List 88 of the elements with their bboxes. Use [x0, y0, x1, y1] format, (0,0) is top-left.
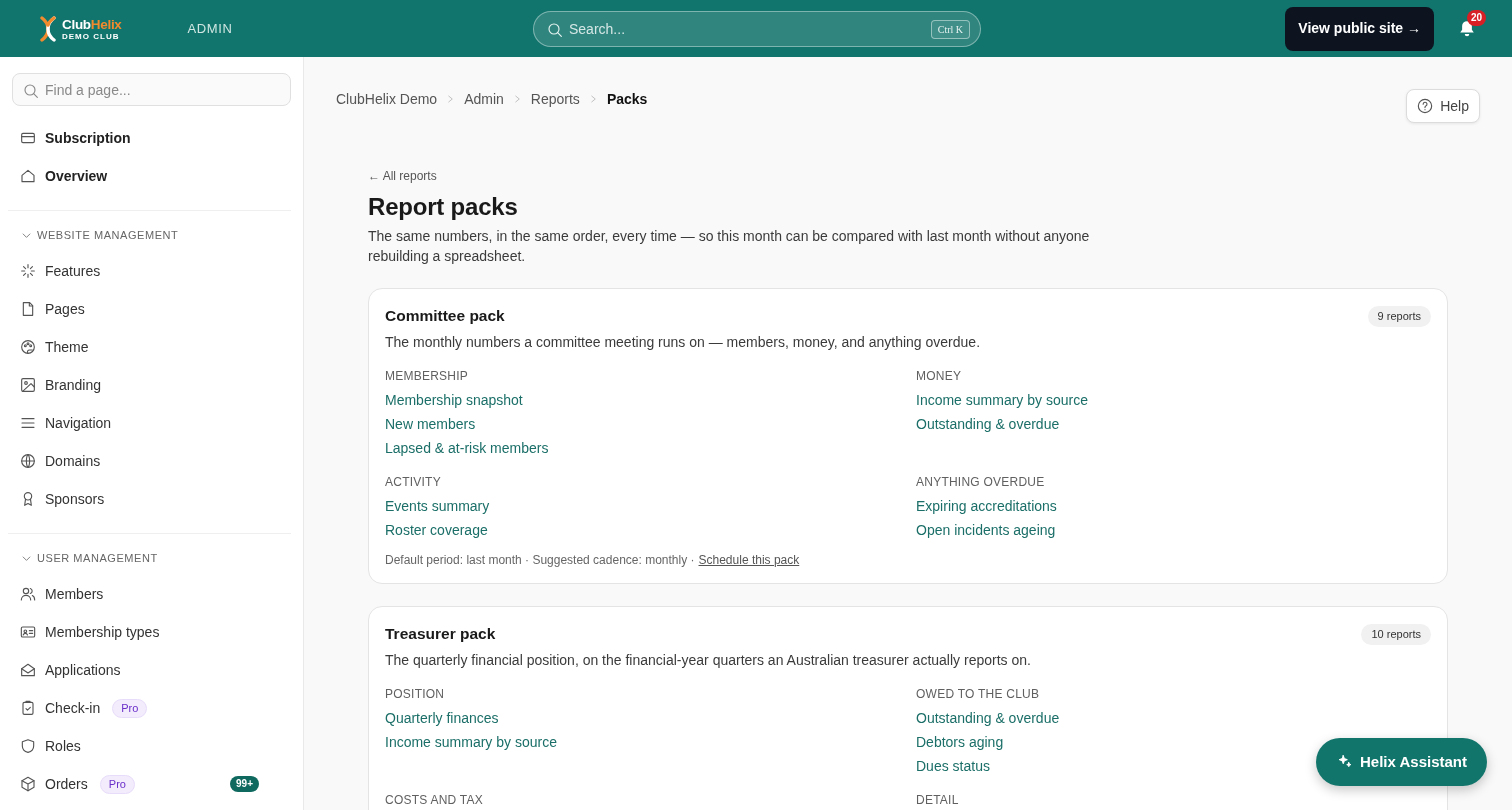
menu-icon — [20, 415, 36, 431]
image-icon — [20, 377, 36, 393]
section-label: ANYTHING OVERDUE — [916, 474, 1045, 490]
pack-title: Treasurer pack — [385, 624, 496, 644]
section-header[interactable]: WEBSITE MANAGEMENT — [0, 225, 303, 245]
sidebar-item[interactable]: Pages — [0, 290, 303, 328]
breadcrumb-link[interactable]: ClubHelix Demo — [336, 89, 438, 109]
count-badge: 99+ — [230, 776, 259, 792]
pack-description: The monthly numbers a committee meeting runs on — members, money, and anything overdue. — [385, 333, 982, 352]
report-count-badge: 10 reports — [1361, 623, 1431, 645]
back-link[interactable]: ← All reports — [368, 168, 437, 184]
sidebar-item[interactable]: Orders Pro 99+ — [0, 765, 303, 803]
sparkle-icon — [1338, 755, 1352, 769]
sidebar-item[interactable]: Domains — [0, 442, 303, 480]
section-label: OWED TO THE CLUB — [916, 686, 1040, 702]
document-icon — [20, 301, 36, 317]
envelope-icon — [20, 662, 36, 678]
sidebar-item[interactable]: Theme — [0, 328, 303, 366]
logo-icon — [38, 15, 58, 42]
page-description: The same numbers, in the same order, every time — so this month can be compared with last month without anyone rebuilding a spreadsheet. — [368, 227, 1091, 266]
assistant-button[interactable]: Helix Assistant — [1316, 738, 1487, 786]
report-link[interactable]: Income summary by source — [916, 388, 1088, 412]
chevron-right-icon — [589, 95, 597, 103]
cube-icon — [20, 776, 36, 792]
report-link[interactable]: New members — [385, 412, 476, 436]
report-link[interactable]: Outstanding & overdue — [916, 412, 1060, 436]
sidebar-item[interactable]: Members — [0, 575, 303, 613]
help-button[interactable]: Help — [1406, 89, 1480, 123]
section-label: MONEY — [916, 368, 962, 384]
shield-icon — [20, 738, 36, 754]
view-public-site-button[interactable]: View public site → — [1285, 6, 1434, 51]
sidebar-item[interactable]: Sponsors — [0, 480, 303, 518]
report-count-badge: 9 reports — [1367, 305, 1431, 327]
section-header[interactable]: USER MANAGEMENT — [0, 548, 303, 568]
palette-icon — [20, 339, 36, 355]
report-link[interactable]: Expiring accreditations — [916, 494, 1057, 518]
pro-tag: Pro — [99, 774, 135, 794]
report-link[interactable]: Quarterly finances — [385, 706, 499, 730]
pack-footer-note: Default period: last month · Suggested cadence: monthly · Schedule this pack — [385, 552, 801, 568]
schedule-link[interactable]: Schedule this pack — [698, 553, 800, 567]
sidebar-item[interactable]: Branding — [0, 366, 303, 404]
pack-title: Committee pack — [385, 306, 505, 326]
section-label: COSTS AND TAX — [385, 792, 484, 808]
section-label: MEMBERSHIP — [385, 368, 469, 384]
breadcrumb-current: Packs — [606, 90, 648, 109]
report-link[interactable]: Open incidents ageing — [916, 518, 1056, 542]
home-icon — [20, 168, 36, 184]
page-title: Report packs — [368, 193, 519, 221]
chevron-right-icon — [513, 95, 521, 103]
globe-icon — [20, 453, 36, 469]
id-card-icon — [20, 624, 36, 640]
help-icon — [1417, 98, 1434, 114]
report-link[interactable]: Roster coverage — [385, 518, 488, 542]
search-icon — [23, 83, 39, 99]
report-link[interactable]: Lapsed & at-risk members — [385, 436, 549, 460]
report-link[interactable]: Outstanding & overdue — [916, 706, 1060, 730]
section-label: POSITION — [385, 686, 445, 702]
sidebar-item[interactable]: Check-in Pro — [0, 689, 303, 727]
pack-description: The quarterly financial position, on the financial-year quarters an Australian treasurer actually reports on. — [385, 651, 1032, 670]
breadcrumb-link[interactable]: Admin — [464, 89, 504, 109]
card-icon — [20, 130, 36, 146]
area-label: ADMIN — [187, 19, 233, 38]
page-search-field[interactable]: Find a page... — [12, 73, 291, 106]
sidebar-item[interactable]: Overview — [0, 157, 303, 195]
section-label: DETAIL — [916, 792, 959, 808]
sidebar-item[interactable]: Applications — [0, 651, 303, 689]
users-icon — [20, 586, 36, 602]
shortcut-key: Ctrl K — [930, 19, 970, 39]
breadcrumb-link[interactable]: Reports — [530, 89, 580, 109]
report-link[interactable]: Events summary — [385, 494, 490, 518]
report-link[interactable]: Debtors aging — [916, 730, 1004, 754]
chevron-right-icon — [447, 95, 455, 103]
sidebar-item[interactable]: Roles — [0, 727, 303, 765]
report-link[interactable]: Dues status — [916, 754, 990, 778]
report-link[interactable]: Income summary by source — [385, 730, 557, 754]
notification-count-badge: 20 — [1466, 9, 1486, 26]
burst-icon — [20, 263, 36, 279]
pro-tag: Pro — [112, 698, 148, 718]
report-link[interactable]: Membership snapshot — [385, 388, 523, 412]
sidebar-item[interactable]: Subscription — [0, 119, 303, 157]
clipboard-check-icon — [20, 700, 36, 716]
section-label: ACTIVITY — [385, 474, 441, 490]
sidebar-item[interactable]: Membership types — [0, 613, 303, 651]
logo-wordmark: ClubHelix — [62, 16, 122, 32]
search-icon — [547, 21, 563, 38]
sidebar-item[interactable]: Features — [0, 252, 303, 290]
logo-tagline: DEMO CLUB — [62, 31, 121, 41]
sidebar-item[interactable]: Navigation — [0, 404, 303, 442]
